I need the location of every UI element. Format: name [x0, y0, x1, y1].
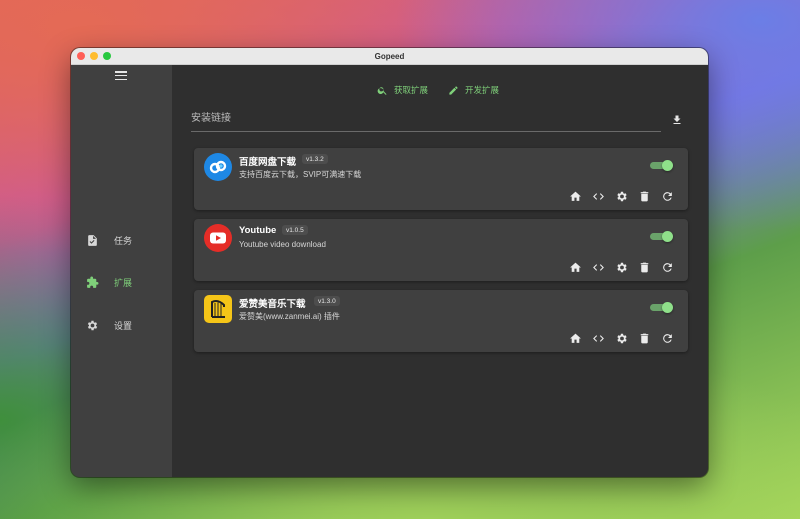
title-bar: Gopeed	[71, 48, 708, 65]
gear-icon[interactable]	[615, 190, 628, 203]
extension-name: Youtube	[239, 225, 277, 236]
trash-icon[interactable]	[638, 261, 651, 274]
refresh-icon[interactable]	[661, 261, 674, 274]
code-icon[interactable]	[592, 332, 605, 345]
version-badge: v1.3.2	[302, 154, 328, 164]
enable-toggle[interactable]	[650, 231, 673, 242]
code-icon[interactable]	[592, 261, 605, 274]
hamburger-menu-icon[interactable]	[115, 71, 127, 81]
extension-toolbar: 获取扩展 开发扩展	[377, 84, 499, 96]
baidu-netdisk-logo-icon	[204, 153, 232, 181]
home-icon[interactable]	[569, 332, 582, 345]
version-badge: v1.0.5	[282, 225, 308, 235]
extension-card: Youtube v1.0.5 Youtube video download	[194, 219, 688, 281]
window-controls	[77, 52, 111, 60]
sidebar-item-label: 任务	[114, 235, 133, 246]
extension-actions	[569, 261, 674, 274]
sidebar-item-tasks[interactable]: 任务	[71, 229, 172, 251]
maximize-window-button[interactable]	[103, 52, 111, 60]
extension-card: 爱赞美音乐下载 v1.3.0 爱赞美(www.zanmei.ai) 插件	[194, 290, 688, 352]
get-extensions-label: 获取扩展	[394, 85, 429, 95]
sidebar-item-extensions[interactable]: 扩展	[71, 271, 172, 293]
task-icon	[86, 234, 99, 247]
minimize-window-button[interactable]	[90, 52, 98, 60]
sidebar-item-settings[interactable]: 设置	[71, 314, 172, 336]
download-icon[interactable]	[671, 114, 683, 126]
trash-icon[interactable]	[638, 190, 651, 203]
develop-extensions-label: 开发扩展	[465, 85, 500, 95]
extension-description: 支持百度云下载，SVIP可满速下载	[239, 170, 362, 179]
sidebar: 任务 扩展 设置	[71, 65, 172, 477]
code-icon[interactable]	[592, 190, 605, 203]
extension-actions	[569, 190, 674, 203]
extension-actions	[569, 332, 674, 345]
search-icon	[377, 85, 388, 96]
refresh-icon[interactable]	[661, 190, 674, 203]
get-extensions-button[interactable]: 获取扩展	[377, 84, 428, 96]
enable-toggle[interactable]	[650, 160, 673, 171]
install-link-field	[191, 108, 661, 132]
app-window: Gopeed 任务 扩展 设置 获取扩展 开发扩展 安装链接 百度网盘下载 v1…	[71, 48, 708, 477]
extension-icon	[86, 276, 99, 289]
home-icon[interactable]	[569, 261, 582, 274]
main-content: 获取扩展 开发扩展 百度网盘下载	[172, 65, 708, 477]
extension-name: 爱赞美音乐下载	[239, 299, 306, 310]
version-badge: v1.3.0	[314, 296, 340, 306]
close-window-button[interactable]	[77, 52, 85, 60]
extension-card: 百度网盘下载 v1.3.2 支持百度云下载，SVIP可满速下载	[194, 148, 688, 210]
window-title: Gopeed	[374, 51, 405, 61]
home-icon[interactable]	[569, 190, 582, 203]
gear-icon[interactable]	[615, 332, 628, 345]
gear-icon	[86, 319, 99, 332]
sidebar-item-label: 扩展	[114, 277, 133, 288]
refresh-icon[interactable]	[661, 332, 674, 345]
extension-description: 爱赞美(www.zanmei.ai) 插件	[239, 312, 340, 321]
trash-icon[interactable]	[638, 332, 651, 345]
youtube-logo-icon	[204, 224, 232, 252]
sidebar-item-label: 设置	[114, 320, 133, 331]
pencil-icon	[448, 85, 459, 96]
extension-name: 百度网盘下载	[239, 157, 297, 168]
enable-toggle[interactable]	[650, 302, 673, 313]
gear-icon[interactable]	[615, 261, 628, 274]
harp-logo-icon	[204, 295, 232, 323]
develop-extensions-button[interactable]: 开发扩展	[448, 84, 499, 96]
install-link-input[interactable]	[191, 108, 661, 129]
extension-description: Youtube video download	[239, 240, 326, 249]
